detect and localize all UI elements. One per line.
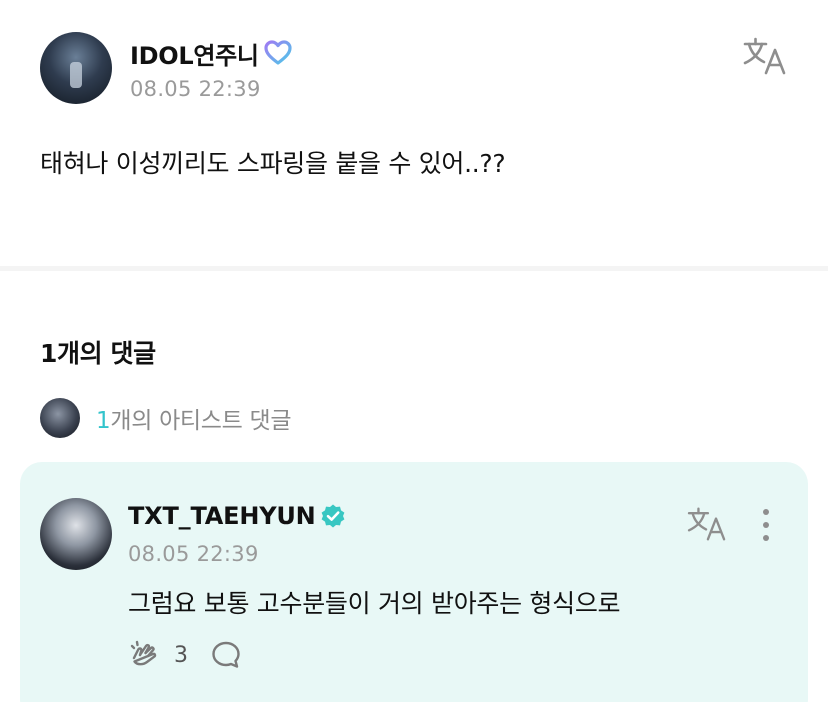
comment-author-name[interactable]: TXT_TAEHYUN — [128, 502, 316, 530]
section-divider — [0, 266, 828, 271]
comment-timestamp: 08.05 22:39 — [128, 542, 259, 566]
comment-count-heading: 1개의 댓글 — [40, 339, 156, 368]
comment-author-avatar[interactable] — [40, 498, 112, 570]
artist-comment-text: 개의 아티스트 댓글 — [110, 408, 292, 434]
comment-author-row: TXT_TAEHYUN — [128, 502, 346, 530]
post-author-row: IDOL연주니 — [130, 36, 293, 71]
cheer-hands-icon[interactable] — [128, 638, 162, 672]
weverse-heart-icon — [264, 40, 292, 65]
artist-comment-label: 1개의 아티스트 댓글 — [96, 401, 292, 435]
post-header: IDOL연주니 08.05 22:39 — [40, 32, 293, 104]
post-author-name[interactable]: IDOL연주니 — [130, 36, 259, 71]
like-count: 3 — [174, 642, 188, 668]
verified-badge-icon — [321, 504, 344, 528]
post-author-avatar[interactable] — [40, 32, 112, 104]
comment-text: 그럼요 보통 고수분들이 거의 받아주는 형식으로 — [128, 589, 621, 618]
artist-mini-avatar — [40, 398, 80, 438]
translate-icon[interactable] — [742, 36, 788, 76]
post-author-block: IDOL연주니 08.05 22:39 — [130, 36, 293, 101]
artist-comment-card: TXT_TAEHYUN 08.05 22:39 그럼요 보통 고수분들이 거의 … — [20, 462, 808, 702]
post-timestamp: 08.05 22:39 — [130, 76, 261, 101]
artist-comment-number: 1 — [96, 408, 111, 434]
comment-translate-icon[interactable] — [686, 506, 728, 542]
reply-bubble-icon[interactable] — [210, 639, 242, 671]
post-body-text: 태혀나 이성끼리도 스파링을 붙을 수 있어..?? — [40, 149, 506, 178]
comment-actions: 3 — [128, 638, 242, 672]
more-vertical-icon[interactable] — [760, 508, 772, 542]
artist-comment-filter[interactable]: 1개의 아티스트 댓글 — [40, 398, 292, 438]
